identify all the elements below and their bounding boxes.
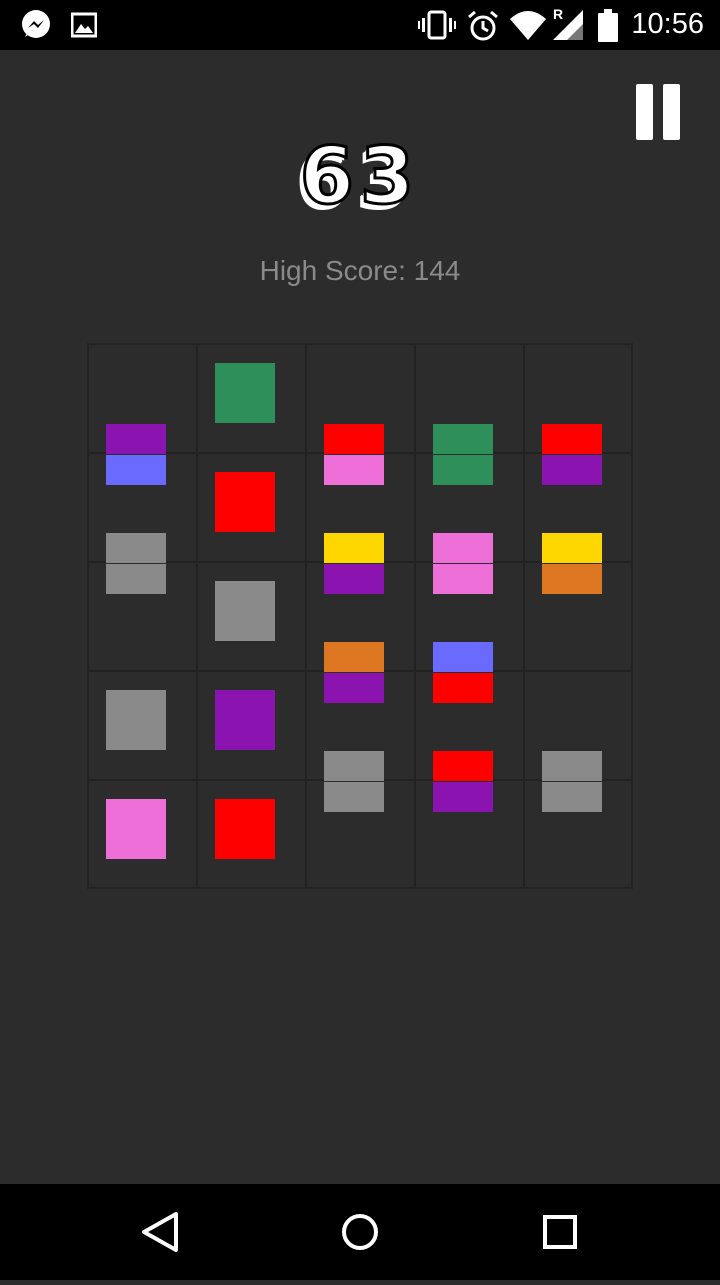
tile-half-blue[interactable] [106,455,166,485]
tile-half-gray[interactable] [542,751,602,781]
tile-half-yellow[interactable] [542,533,602,563]
tile-half-purple[interactable] [324,564,384,594]
tile-half-blue[interactable] [433,642,493,672]
tile-half-purple[interactable] [542,455,602,485]
tile-red[interactable] [215,472,275,532]
tile-half-yellow[interactable] [324,533,384,563]
grid-line [523,343,525,889]
tile-half-gray[interactable] [106,564,166,594]
tile-gray[interactable] [106,690,166,750]
tile-green[interactable] [215,363,275,423]
grid-line [87,343,89,889]
tile-half-red[interactable] [324,424,384,454]
back-icon [142,1212,178,1252]
grid-line [631,343,633,889]
tile-half-gray[interactable] [324,782,384,812]
navigation-bar [0,1184,720,1280]
tile-half-gray[interactable] [106,533,166,563]
grid-line [87,343,633,345]
tile-gray[interactable] [215,581,275,641]
grid-line [87,887,633,889]
current-score: 63 [298,131,421,224]
tile-half-pink[interactable] [433,533,493,563]
roaming-label: R [553,6,564,22]
tile-half-orange[interactable] [542,564,602,594]
tile-pink[interactable] [106,799,166,859]
tile-half-green[interactable] [433,455,493,485]
battery-icon [598,9,618,42]
high-score: High Score: 144 [259,255,461,286]
alarm-icon [468,10,498,41]
tile-half-purple[interactable] [106,424,166,454]
tile-half-purple[interactable] [324,673,384,703]
tile-half-pink[interactable] [324,455,384,485]
tile-red[interactable] [215,799,275,859]
game-board[interactable] [87,343,633,889]
back-button[interactable] [100,1184,220,1280]
grid-line [305,343,307,889]
tile-half-red[interactable] [433,751,493,781]
wifi-icon [510,11,546,40]
recents-icon [543,1215,577,1249]
vibrate-icon [418,10,456,40]
messenger-icon [22,10,50,38]
home-button[interactable] [300,1184,420,1280]
grid-line [196,343,198,889]
grid-line [414,343,416,889]
tile-half-green[interactable] [433,424,493,454]
home-icon [342,1214,378,1250]
status-bar: R 10:56 [0,0,720,50]
recents-button[interactable] [500,1184,620,1280]
status-time: 10:56 [631,8,704,40]
tile-half-gray[interactable] [324,751,384,781]
tile-purple[interactable] [215,690,275,750]
tile-half-pink[interactable] [433,564,493,594]
tile-half-gray[interactable] [542,782,602,812]
tile-half-purple[interactable] [433,782,493,812]
tile-half-orange[interactable] [324,642,384,672]
gallery-icon [71,12,97,38]
tile-half-red[interactable] [542,424,602,454]
tile-half-red[interactable] [433,673,493,703]
